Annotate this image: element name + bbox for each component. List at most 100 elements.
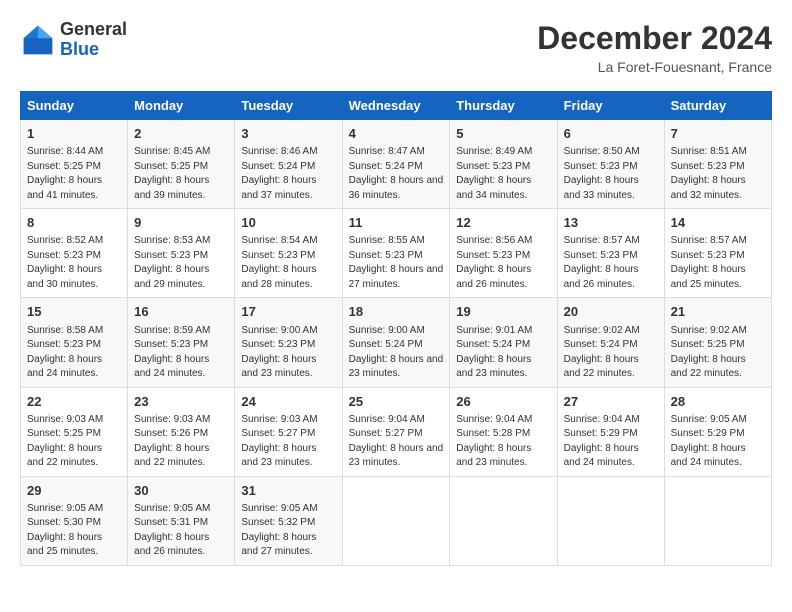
day-number: 8 [27, 214, 121, 232]
day-number: 15 [27, 303, 121, 321]
day-number: 23 [134, 393, 228, 411]
day-number: 7 [671, 125, 765, 143]
day-detail: Sunrise: 9:00 AMSunset: 5:24 PMDaylight:… [349, 324, 444, 382]
calendar-week-row: 1 Sunrise: 8:44 AMSunset: 5:25 PMDaylight… [21, 120, 772, 209]
table-row: 13Sunrise: 8:57 AMSunset: 5:23 PMDayligh… [557, 209, 664, 298]
day-number: 2 [134, 125, 228, 143]
day-detail: Sunrise: 8:57 AMSunset: 5:23 PMDaylight:… [671, 234, 765, 292]
day-number: 6 [564, 125, 658, 143]
day-number: 27 [564, 393, 658, 411]
day-detail: Sunrise: 8:53 AMSunset: 5:23 PMDaylight:… [134, 234, 228, 292]
day-number: 22 [27, 393, 121, 411]
day-number: 10 [241, 214, 335, 232]
col-friday: Friday [557, 92, 664, 120]
table-row: 28 Sunrise: 9:05 AMSunset: 5:29 PMDayligh… [664, 387, 771, 476]
day-detail: Sunrise: 8:55 AMSunset: 5:23 PMDaylight:… [349, 234, 444, 292]
table-row: 29Sunrise: 9:05 AMSunset: 5:30 PMDayligh… [21, 476, 128, 565]
table-row: 27 Sunrise: 9:04 AMSunset: 5:29 PMDayligh… [557, 387, 664, 476]
day-number: 4 [349, 125, 444, 143]
table-row: 11 Sunrise: 8:55 AMSunset: 5:23 PMDayligh… [342, 209, 450, 298]
logo-general-text: General [60, 20, 127, 40]
table-row: 9 Sunrise: 8:53 AMSunset: 5:23 PMDaylight… [128, 209, 235, 298]
calendar-week-row: 8Sunrise: 8:52 AMSunset: 5:23 PMDaylight… [21, 209, 772, 298]
table-row: 4 Sunrise: 8:47 AMSunset: 5:24 PMDaylight… [342, 120, 450, 209]
page-header: General Blue December 2024 La Foret-Foue… [20, 20, 772, 75]
day-detail: Sunrise: 9:05 AMSunset: 5:29 PMDaylight:… [671, 413, 765, 471]
col-wednesday: Wednesday [342, 92, 450, 120]
day-number: 12 [456, 214, 550, 232]
day-number: 9 [134, 214, 228, 232]
table-row: 21 Sunrise: 9:02 AMSunset: 5:25 PMDayligh… [664, 298, 771, 387]
day-detail: Sunrise: 8:44 AMSunset: 5:25 PMDaylight:… [27, 145, 121, 203]
calendar-week-row: 29Sunrise: 9:05 AMSunset: 5:30 PMDayligh… [21, 476, 772, 565]
table-row: 23 Sunrise: 9:03 AMSunset: 5:26 PMDayligh… [128, 387, 235, 476]
day-number: 31 [241, 482, 335, 500]
table-row: 18 Sunrise: 9:00 AMSunset: 5:24 PMDayligh… [342, 298, 450, 387]
day-detail: Sunrise: 9:00 AMSunset: 5:23 PMDaylight:… [241, 324, 335, 382]
day-number: 18 [349, 303, 444, 321]
day-number: 14 [671, 214, 765, 232]
table-row: 3 Sunrise: 8:46 AMSunset: 5:24 PMDaylight… [235, 120, 342, 209]
day-detail: Sunrise: 8:54 AMSunset: 5:23 PMDaylight:… [241, 234, 335, 292]
table-row: 15 Sunrise: 8:58 AMSunset: 5:23 PMDayligh… [21, 298, 128, 387]
table-row: 12 Sunrise: 8:56 AMSunset: 5:23 PMDayligh… [450, 209, 557, 298]
day-number: 17 [241, 303, 335, 321]
logo-blue-text: Blue [60, 40, 127, 60]
day-detail: Sunrise: 8:47 AMSunset: 5:24 PMDaylight:… [349, 145, 444, 203]
logo-icon [20, 22, 56, 58]
day-number: 30 [134, 482, 228, 500]
day-detail: Sunrise: 9:01 AMSunset: 5:24 PMDaylight:… [456, 324, 550, 382]
day-number: 20 [564, 303, 658, 321]
day-detail: Sunrise: 8:58 AMSunset: 5:23 PMDaylight:… [27, 324, 121, 382]
day-detail: Sunrise: 9:02 AMSunset: 5:25 PMDaylight:… [671, 324, 765, 382]
calendar-header-row: Sunday Monday Tuesday Wednesday Thursday… [21, 92, 772, 120]
table-row [664, 476, 771, 565]
day-detail: Sunrise: 9:04 AMSunset: 5:29 PMDaylight:… [564, 413, 658, 471]
day-detail: Sunrise: 8:51 AMSunset: 5:23 PMDaylight:… [671, 145, 765, 203]
day-number: 16 [134, 303, 228, 321]
table-row: 14 Sunrise: 8:57 AMSunset: 5:23 PMDayligh… [664, 209, 771, 298]
day-number: 28 [671, 393, 765, 411]
table-row: 7 Sunrise: 8:51 AMSunset: 5:23 PMDaylight… [664, 120, 771, 209]
day-detail: Sunrise: 9:04 AMSunset: 5:27 PMDaylight:… [349, 413, 444, 471]
day-detail: Sunrise: 9:03 AMSunset: 5:25 PMDaylight:… [27, 413, 121, 471]
month-title: December 2024 [537, 20, 772, 57]
table-row: 20Sunrise: 9:02 AMSunset: 5:24 PMDayligh… [557, 298, 664, 387]
day-number: 25 [349, 393, 444, 411]
col-sunday: Sunday [21, 92, 128, 120]
day-detail: Sunrise: 8:56 AMSunset: 5:23 PMDaylight:… [456, 234, 550, 292]
day-number: 11 [349, 214, 444, 232]
day-number: 3 [241, 125, 335, 143]
day-detail: Sunrise: 9:04 AMSunset: 5:28 PMDaylight:… [456, 413, 550, 471]
table-row: 5 Sunrise: 8:49 AMSunset: 5:23 PMDaylight… [450, 120, 557, 209]
day-detail: Sunrise: 9:05 AMSunset: 5:31 PMDaylight:… [134, 502, 228, 560]
day-detail: Sunrise: 9:03 AMSunset: 5:26 PMDaylight:… [134, 413, 228, 471]
day-detail: Sunrise: 8:49 AMSunset: 5:23 PMDaylight:… [456, 145, 550, 203]
day-detail: Sunrise: 9:03 AMSunset: 5:27 PMDaylight:… [241, 413, 335, 471]
calendar-week-row: 15 Sunrise: 8:58 AMSunset: 5:23 PMDayligh… [21, 298, 772, 387]
location: La Foret-Fouesnant, France [537, 59, 772, 75]
day-detail: Sunrise: 8:46 AMSunset: 5:24 PMDaylight:… [241, 145, 335, 203]
table-row: 8Sunrise: 8:52 AMSunset: 5:23 PMDaylight… [21, 209, 128, 298]
table-row: 2 Sunrise: 8:45 AMSunset: 5:25 PMDaylight… [128, 120, 235, 209]
day-detail: Sunrise: 8:45 AMSunset: 5:25 PMDaylight:… [134, 145, 228, 203]
table-row: 31Sunrise: 9:05 AMSunset: 5:32 PMDayligh… [235, 476, 342, 565]
col-tuesday: Tuesday [235, 92, 342, 120]
day-detail: Sunrise: 8:59 AMSunset: 5:23 PMDaylight:… [134, 324, 228, 382]
table-row: 24 Sunrise: 9:03 AMSunset: 5:27 PMDayligh… [235, 387, 342, 476]
table-row: 1 Sunrise: 8:44 AMSunset: 5:25 PMDaylight… [21, 120, 128, 209]
calendar-table: Sunday Monday Tuesday Wednesday Thursday… [20, 91, 772, 566]
table-row: 30 Sunrise: 9:05 AMSunset: 5:31 PMDayligh… [128, 476, 235, 565]
day-number: 1 [27, 125, 121, 143]
table-row: 19Sunrise: 9:01 AMSunset: 5:24 PMDayligh… [450, 298, 557, 387]
table-row: 6 Sunrise: 8:50 AMSunset: 5:23 PMDaylight… [557, 120, 664, 209]
table-row: 10 Sunrise: 8:54 AMSunset: 5:23 PMDayligh… [235, 209, 342, 298]
day-number: 24 [241, 393, 335, 411]
table-row: 16 Sunrise: 8:59 AMSunset: 5:23 PMDayligh… [128, 298, 235, 387]
day-detail: Sunrise: 8:50 AMSunset: 5:23 PMDaylight:… [564, 145, 658, 203]
day-number: 26 [456, 393, 550, 411]
day-number: 5 [456, 125, 550, 143]
day-number: 29 [27, 482, 121, 500]
table-row: 22 Sunrise: 9:03 AMSunset: 5:25 PMDayligh… [21, 387, 128, 476]
day-number: 21 [671, 303, 765, 321]
